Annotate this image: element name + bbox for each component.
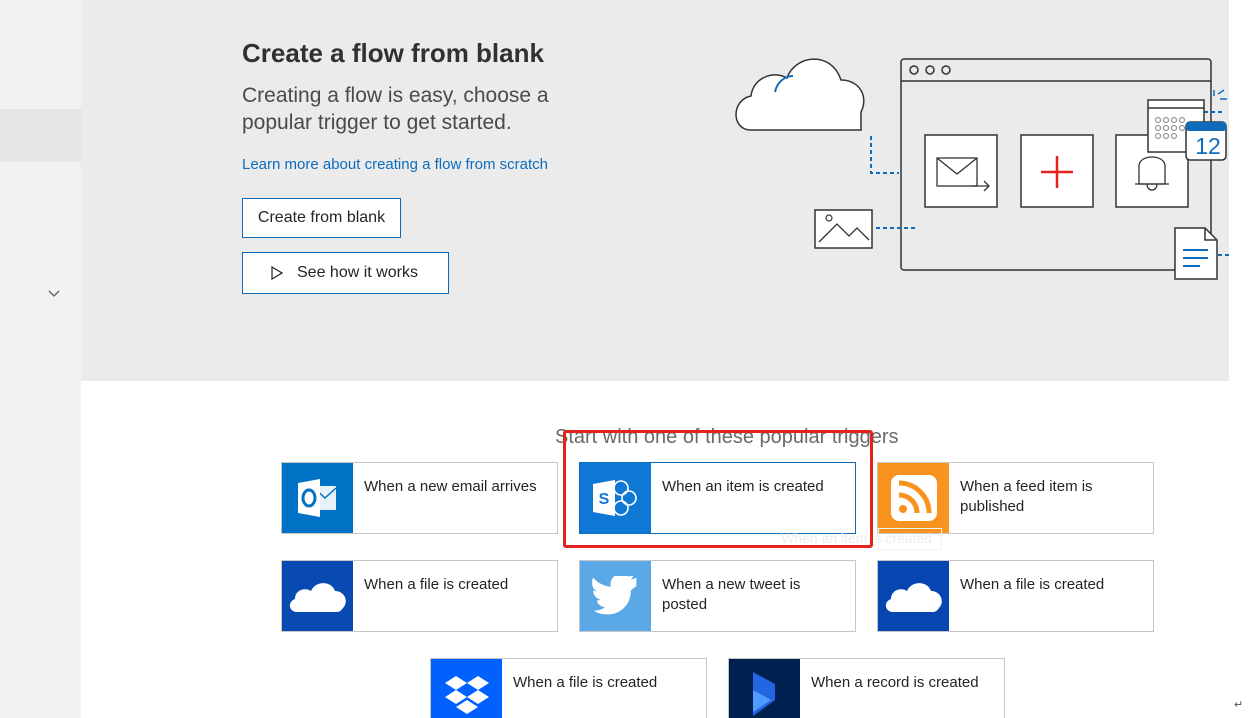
trigger-label: When a new email arrives — [364, 478, 537, 495]
onedrive-business-icon — [878, 561, 949, 631]
trigger-label: When a new tweet is posted — [662, 576, 801, 613]
trigger-card-outlook[interactable]: When a new email arrives — [281, 462, 558, 534]
nav-selected-item[interactable] — [0, 109, 81, 162]
play-icon — [271, 266, 283, 280]
page-title: Create a flow from blank — [242, 38, 544, 68]
svg-text:S: S — [598, 491, 609, 508]
triggers-heading: Start with one of these popular triggers — [555, 426, 899, 448]
chevron-down-icon[interactable] — [46, 286, 62, 302]
learn-more-link[interactable]: Learn more about creating a flow from sc… — [242, 156, 548, 173]
dropbox-icon — [431, 659, 502, 718]
trigger-card-dropbox[interactable]: When a file is created — [430, 658, 707, 718]
onedrive-icon — [282, 561, 353, 631]
drag-ghost-chip — [878, 528, 942, 550]
hero-subtitle: Creating a flow is easy, choose a popula… — [242, 84, 549, 134]
return-glyph: ↵ — [1234, 699, 1244, 711]
calendar-day: 12 — [1195, 133, 1221, 159]
dynamics-icon — [729, 659, 800, 718]
trigger-label: When a file is created — [960, 576, 1105, 593]
trigger-card-onedrive[interactable]: When a file is created — [281, 560, 558, 632]
twitter-icon — [580, 561, 651, 631]
left-nav — [0, 0, 81, 718]
trigger-label: When a file is created — [513, 674, 658, 691]
document-icon — [1174, 227, 1218, 280]
hero-banner: Create a flow from blank Creating a flow… — [81, 0, 1231, 381]
outlook-icon — [282, 463, 353, 533]
trigger-label: When a record is created — [811, 674, 979, 691]
trigger-card-onedrive-business[interactable]: When a file is created — [877, 560, 1154, 632]
see-how-label: See how it works — [297, 264, 418, 281]
trigger-card-rss[interactable]: When a feed item is published — [877, 462, 1154, 534]
trigger-card-dynamics[interactable]: When a record is created — [728, 658, 1005, 718]
sharepoint-icon: S — [580, 463, 651, 533]
create-from-blank-button[interactable]: Create from blank — [242, 198, 401, 238]
see-how-it-works-button[interactable]: See how it works — [242, 252, 449, 294]
trigger-card-sharepoint[interactable]: S When an item is created — [579, 462, 856, 534]
trigger-label: When a feed item is published — [960, 478, 1093, 515]
trigger-card-twitter[interactable]: When a new tweet is posted — [579, 560, 856, 632]
trigger-label: When an item is created — [662, 478, 824, 495]
trigger-label: When a file is created — [364, 576, 509, 593]
page: Create a flow from blank Creating a flow… — [0, 0, 1254, 718]
rss-icon — [878, 463, 949, 533]
